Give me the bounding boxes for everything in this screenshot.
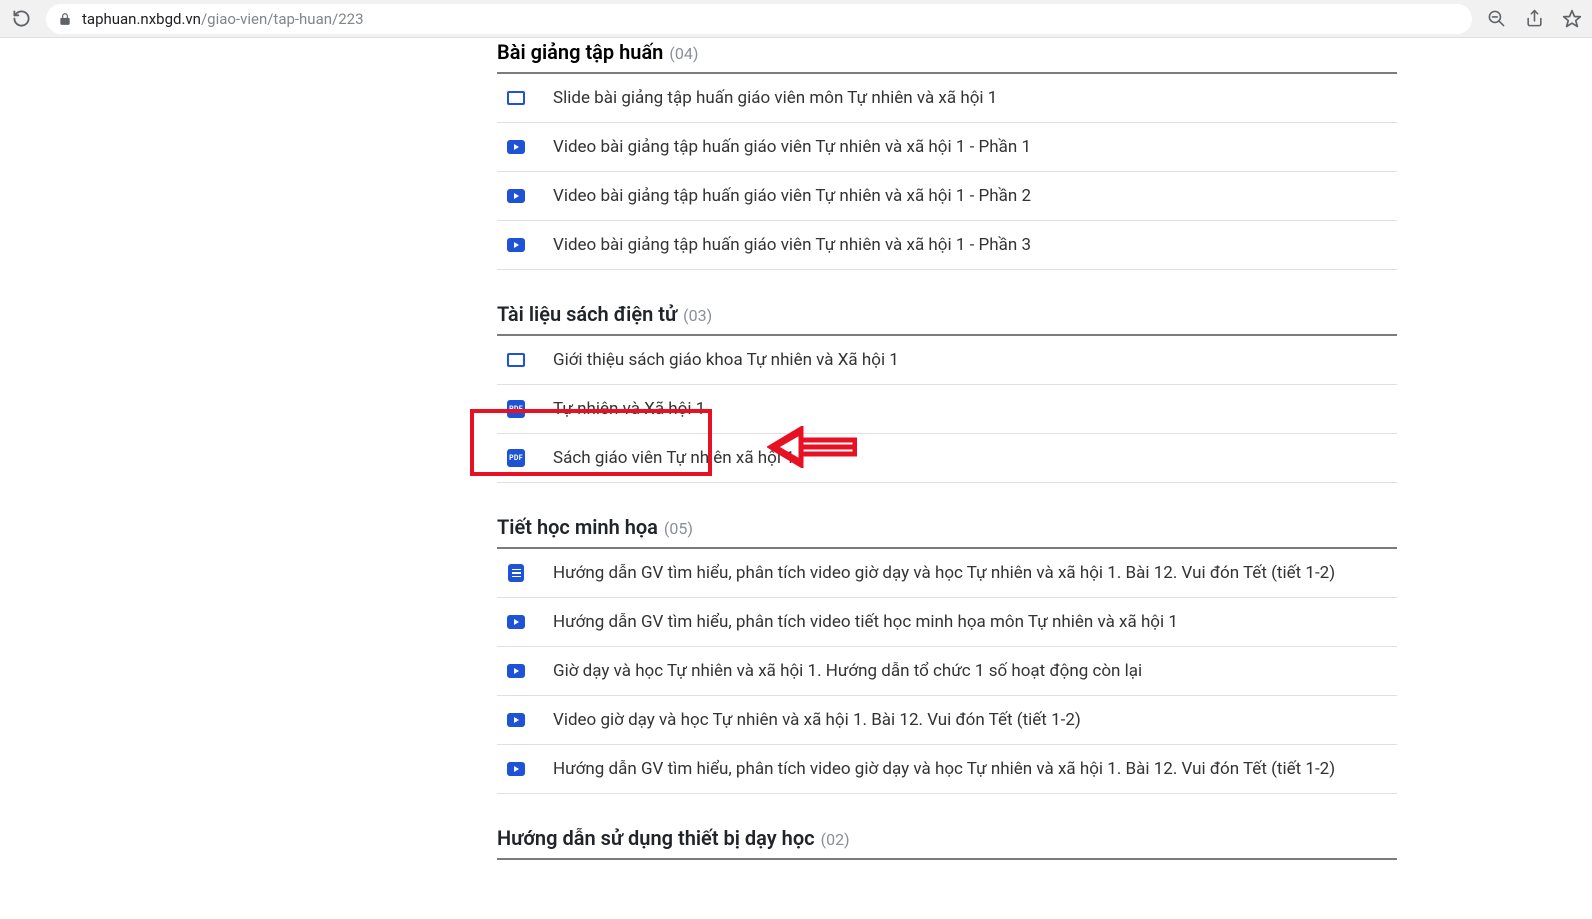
page: Bài giảng tập huấn (04) Slide bài giảng tậ… xyxy=(0,38,1592,860)
section-count: (04) xyxy=(669,44,698,63)
share-icon[interactable] xyxy=(1524,9,1544,29)
video-icon xyxy=(507,664,525,678)
resource-item[interactable]: Video bài giảng tập huấn giáo viên Tự nh… xyxy=(497,172,1397,221)
section-title: Tiết học minh họa xyxy=(497,515,658,539)
resource-item-label: Hướng dẫn GV tìm hiểu, phân tích video t… xyxy=(553,612,1178,632)
browser-toolbar: taphuan.nxbgd.vn/giao-vien/tap-huan/223 xyxy=(0,0,1592,38)
video-icon xyxy=(507,189,525,203)
video-icon-wrap xyxy=(505,140,527,154)
resource-item-label: Giới thiệu sách giáo khoa Tự nhiên và Xã… xyxy=(553,350,899,370)
presentation-icon-wrap xyxy=(505,353,527,367)
resource-item-label: Video bài giảng tập huấn giáo viên Tự nh… xyxy=(553,186,1031,206)
resource-item[interactable]: Giới thiệu sách giáo khoa Tự nhiên và Xã… xyxy=(497,336,1397,385)
section-title: Tài liệu sách điện tử xyxy=(497,302,677,326)
presentation-icon xyxy=(507,353,525,367)
resource-item-label: Video bài giảng tập huấn giáo viên Tự nh… xyxy=(553,137,1031,157)
pdf-icon: PDF xyxy=(507,400,525,418)
resource-item[interactable]: Giờ dạy và học Tự nhiên và xã hội 1. Hướ… xyxy=(497,647,1397,696)
url-text: taphuan.nxbgd.vn/giao-vien/tap-huan/223 xyxy=(82,10,364,28)
url-host: taphuan.nxbgd.vn xyxy=(82,10,201,28)
section-header: Tiết học minh họa (05) xyxy=(497,515,1397,539)
resource-item-label: Tự nhiên và Xã hội 1 xyxy=(553,399,705,419)
pdf-icon-wrap: PDF xyxy=(505,449,527,467)
resource-item[interactable]: PDF Tự nhiên và Xã hội 1 xyxy=(497,385,1397,434)
video-icon-wrap xyxy=(505,189,527,203)
resource-item[interactable]: Video bài giảng tập huấn giáo viên Tự nh… xyxy=(497,123,1397,172)
video-icon xyxy=(507,615,525,629)
resource-item[interactable]: Slide bài giảng tập huấn giáo viên môn T… xyxy=(497,74,1397,123)
pdf-icon-wrap: PDF xyxy=(505,400,527,418)
video-icon-wrap xyxy=(505,664,527,678)
video-icon-wrap xyxy=(505,713,527,727)
video-icon xyxy=(507,762,525,776)
section-header: Hướng dẫn sử dụng thiết bị dạy học (02) xyxy=(497,826,1397,850)
section-rule xyxy=(497,858,1397,860)
zoom-icon[interactable] xyxy=(1486,9,1506,29)
section-count: (05) xyxy=(664,519,693,538)
resource-item-label: Giờ dạy và học Tự nhiên và xã hội 1. Hướ… xyxy=(553,661,1142,681)
section-title: Bài giảng tập huấn xyxy=(497,40,663,64)
resource-item-label: Video giờ dạy và học Tự nhiên và xã hội … xyxy=(553,710,1081,730)
resource-item[interactable]: Video giờ dạy và học Tự nhiên và xã hội … xyxy=(497,696,1397,745)
resource-item[interactable]: Hướng dẫn GV tìm hiểu, phân tích video g… xyxy=(497,745,1397,794)
section-header: Tài liệu sách điện tử (03) xyxy=(497,302,1397,326)
resource-item-label: Video bài giảng tập huấn giáo viên Tự nh… xyxy=(553,235,1031,255)
section-header-clipped: Bài giảng tập huấn (04) xyxy=(497,38,1397,64)
video-icon-wrap xyxy=(505,615,527,629)
reload-button[interactable] xyxy=(10,8,32,30)
section-title: Hướng dẫn sử dụng thiết bị dạy học xyxy=(497,826,815,850)
resource-item-label: Slide bài giảng tập huấn giáo viên môn T… xyxy=(553,88,997,108)
resource-item[interactable]: Hướng dẫn GV tìm hiểu, phân tích video g… xyxy=(497,549,1397,598)
video-icon-wrap xyxy=(505,238,527,252)
resource-item[interactable]: Video bài giảng tập huấn giáo viên Tự nh… xyxy=(497,221,1397,270)
video-icon xyxy=(507,713,525,727)
address-bar[interactable]: taphuan.nxbgd.vn/giao-vien/tap-huan/223 xyxy=(46,4,1472,34)
presentation-icon xyxy=(507,91,525,105)
video-icon xyxy=(507,238,525,252)
resource-item-label: Hướng dẫn GV tìm hiểu, phân tích video g… xyxy=(553,759,1335,779)
section-count: (03) xyxy=(683,306,712,325)
bookmark-star-icon[interactable] xyxy=(1562,9,1582,29)
resource-item-label: Hướng dẫn GV tìm hiểu, phân tích video g… xyxy=(553,563,1335,583)
video-icon-wrap xyxy=(505,762,527,776)
doc-icon xyxy=(508,564,524,582)
resource-item[interactable]: Hướng dẫn GV tìm hiểu, phân tích video t… xyxy=(497,598,1397,647)
lock-icon xyxy=(58,12,72,26)
url-path: /giao-vien/tap-huan/223 xyxy=(201,10,364,28)
section-count: (02) xyxy=(821,830,850,849)
resource-item[interactable]: PDF Sách giáo viên Tự nhiên xã hội 1 xyxy=(497,434,1397,483)
presentation-icon-wrap xyxy=(505,91,527,105)
pdf-icon: PDF xyxy=(507,449,525,467)
doc-icon-wrap xyxy=(505,564,527,582)
resource-item-label: Sách giáo viên Tự nhiên xã hội 1 xyxy=(553,448,795,468)
video-icon xyxy=(507,140,525,154)
toolbar-right xyxy=(1486,9,1582,29)
content-column: Bài giảng tập huấn (04) Slide bài giảng tậ… xyxy=(497,38,1397,860)
